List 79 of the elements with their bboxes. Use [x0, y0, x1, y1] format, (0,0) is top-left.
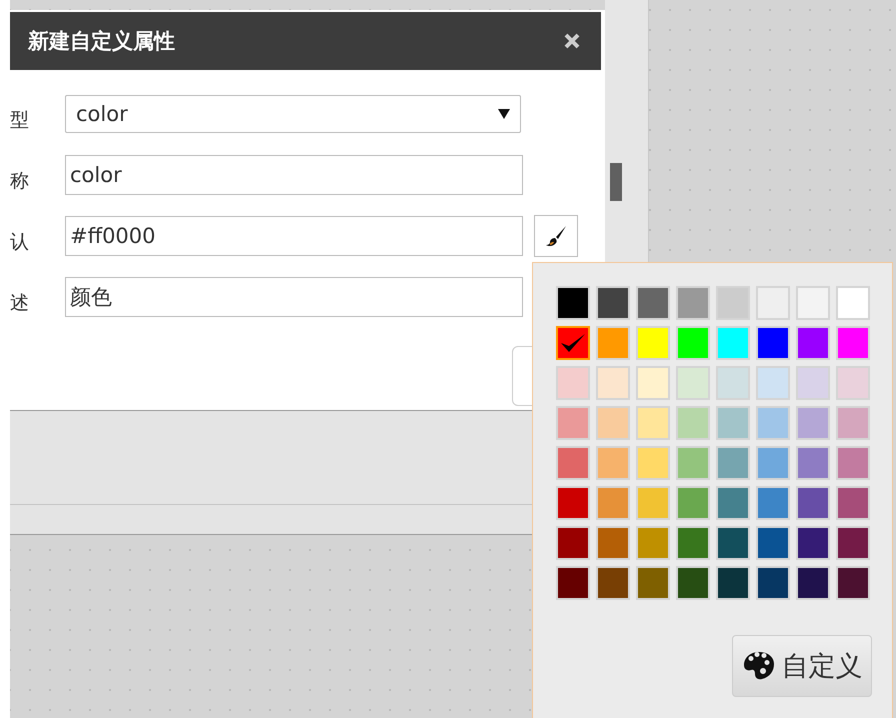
color-swatch[interactable]	[596, 286, 630, 320]
color-swatch[interactable]	[596, 486, 630, 520]
scrollbar-thumb[interactable]	[610, 163, 622, 201]
field-label: 述	[10, 291, 30, 316]
color-swatch[interactable]	[756, 366, 790, 400]
color-swatch[interactable]	[676, 446, 710, 480]
caret-icon	[498, 108, 510, 120]
color-swatch[interactable]	[596, 446, 630, 480]
color-swatch[interactable]	[836, 326, 870, 360]
color-swatch[interactable]	[796, 366, 830, 400]
color-swatch[interactable]	[756, 286, 790, 320]
color-swatch[interactable]	[596, 566, 630, 600]
name-field[interactable]: color	[65, 155, 523, 195]
color-swatch[interactable]	[756, 526, 790, 560]
color-swatch[interactable]	[716, 406, 750, 440]
color-swatch[interactable]	[836, 286, 870, 320]
type-select[interactable]: color	[65, 95, 521, 133]
field-label: 型	[10, 108, 30, 133]
color-swatch[interactable]	[676, 526, 710, 560]
color-swatch[interactable]	[716, 326, 750, 360]
field-label: 认	[10, 230, 30, 255]
color-swatch[interactable]	[836, 526, 870, 560]
color-swatch[interactable]	[676, 566, 710, 600]
color-swatch[interactable]	[556, 526, 590, 560]
color-swatch[interactable]	[756, 406, 790, 440]
color-swatch[interactable]	[556, 406, 590, 440]
color-swatch[interactable]	[716, 446, 750, 480]
color-swatch[interactable]	[636, 526, 670, 560]
color-swatch[interactable]	[796, 286, 830, 320]
color-swatch[interactable]	[796, 326, 830, 360]
color-swatch[interactable]	[756, 446, 790, 480]
color-swatch[interactable]	[596, 526, 630, 560]
color-swatch[interactable]	[836, 486, 870, 520]
dialog-title: 新建自定义属性	[28, 28, 175, 55]
color-swatch[interactable]	[636, 446, 670, 480]
color-swatch[interactable]	[676, 366, 710, 400]
color-swatch[interactable]	[676, 286, 710, 320]
color-swatch[interactable]	[796, 486, 830, 520]
color-swatch[interactable]	[756, 566, 790, 600]
color-picker-button[interactable]	[534, 215, 578, 257]
color-swatch[interactable]	[796, 446, 830, 480]
color-swatch[interactable]	[636, 286, 670, 320]
color-swatch[interactable]	[556, 366, 590, 400]
color-swatch[interactable]	[716, 566, 750, 600]
color-swatch[interactable]	[716, 366, 750, 400]
color-swatch[interactable]	[716, 486, 750, 520]
color-swatch[interactable]	[636, 486, 670, 520]
color-swatch[interactable]	[716, 526, 750, 560]
custom-color-button[interactable]: 自定义	[732, 635, 872, 697]
color-swatch[interactable]	[636, 326, 670, 360]
color-swatch[interactable]	[556, 566, 590, 600]
palette-icon	[742, 650, 776, 682]
color-swatch[interactable]	[836, 406, 870, 440]
color-swatch[interactable]	[596, 406, 630, 440]
color-swatch[interactable]	[796, 526, 830, 560]
description-field[interactable]: 颜色	[65, 277, 523, 317]
color-swatch[interactable]	[836, 566, 870, 600]
color-swatch[interactable]	[796, 406, 830, 440]
color-swatch[interactable]	[636, 566, 670, 600]
color-swatch[interactable]	[676, 406, 710, 440]
color-swatch[interactable]	[556, 486, 590, 520]
color-swatch[interactable]	[836, 446, 870, 480]
color-swatch[interactable]	[636, 406, 670, 440]
color-swatch[interactable]	[556, 326, 590, 360]
color-swatch[interactable]	[756, 486, 790, 520]
color-swatch[interactable]	[636, 366, 670, 400]
color-swatch[interactable]	[756, 326, 790, 360]
color-swatch[interactable]	[676, 326, 710, 360]
color-swatch[interactable]	[676, 486, 710, 520]
field-label: 称	[10, 169, 30, 194]
color-swatch[interactable]	[796, 566, 830, 600]
color-swatch[interactable]	[716, 286, 750, 320]
color-swatch[interactable]	[596, 326, 630, 360]
color-swatch[interactable]	[836, 366, 870, 400]
color-swatch[interactable]	[556, 446, 590, 480]
default-value-field[interactable]: #ff0000	[65, 216, 523, 256]
close-icon[interactable]	[563, 32, 581, 50]
color-swatch[interactable]	[556, 286, 590, 320]
color-swatch[interactable]	[596, 366, 630, 400]
